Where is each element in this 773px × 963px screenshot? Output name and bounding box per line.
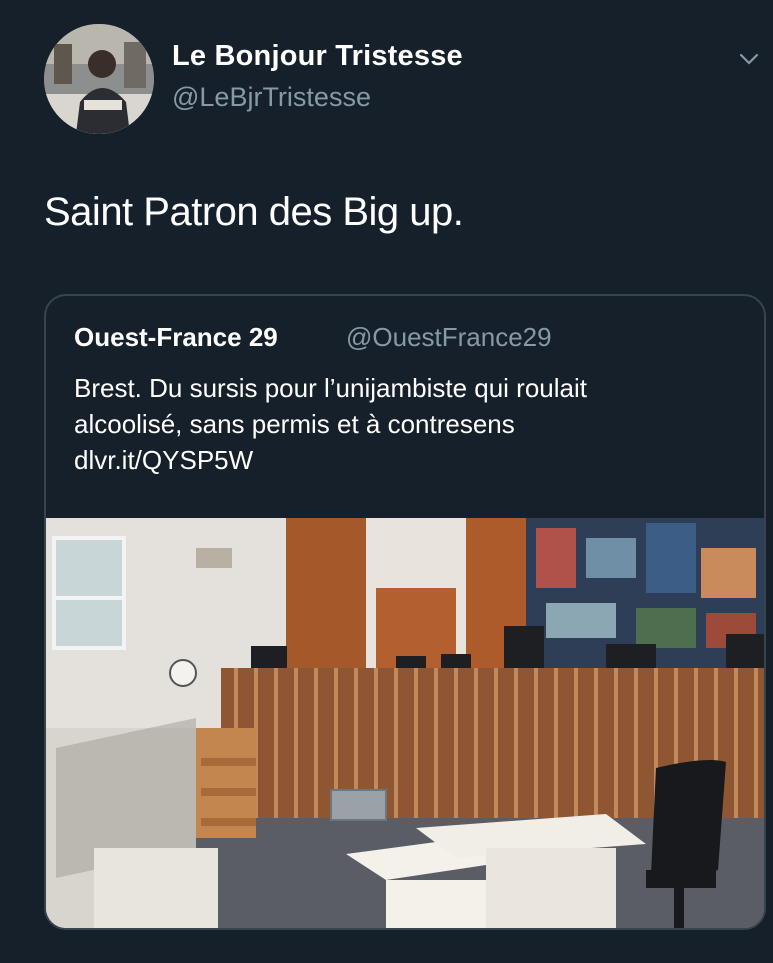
author-handle[interactable]: @LeBjrTristesse	[172, 82, 371, 113]
quoted-tweet-text: Brest. Du sursis pour l’unijambiste qui …	[74, 370, 764, 478]
quoted-tweet-card[interactable]: Ouest-France 29 @OuestFrance29 Brest. Du…	[44, 294, 766, 930]
quoted-text-line: Brest. Du sursis pour l’unijambiste qui …	[74, 373, 587, 403]
avatar[interactable]	[44, 24, 154, 134]
author-name[interactable]: Le Bonjour Tristesse	[172, 40, 463, 73]
tweet-text: Saint Patron des Big up.	[44, 190, 464, 234]
avatar-photo	[44, 24, 154, 134]
quoted-author-handle: @OuestFrance29	[346, 322, 552, 352]
quoted-author-name: Ouest-France 29	[74, 322, 278, 352]
courtroom-image[interactable]	[46, 518, 764, 928]
quoted-text-line: alcoolisé, sans permis et à contresens	[74, 409, 515, 439]
quoted-link[interactable]: dlvr.it/QYSP5W	[74, 442, 764, 478]
chevron-down-icon[interactable]	[738, 48, 760, 70]
